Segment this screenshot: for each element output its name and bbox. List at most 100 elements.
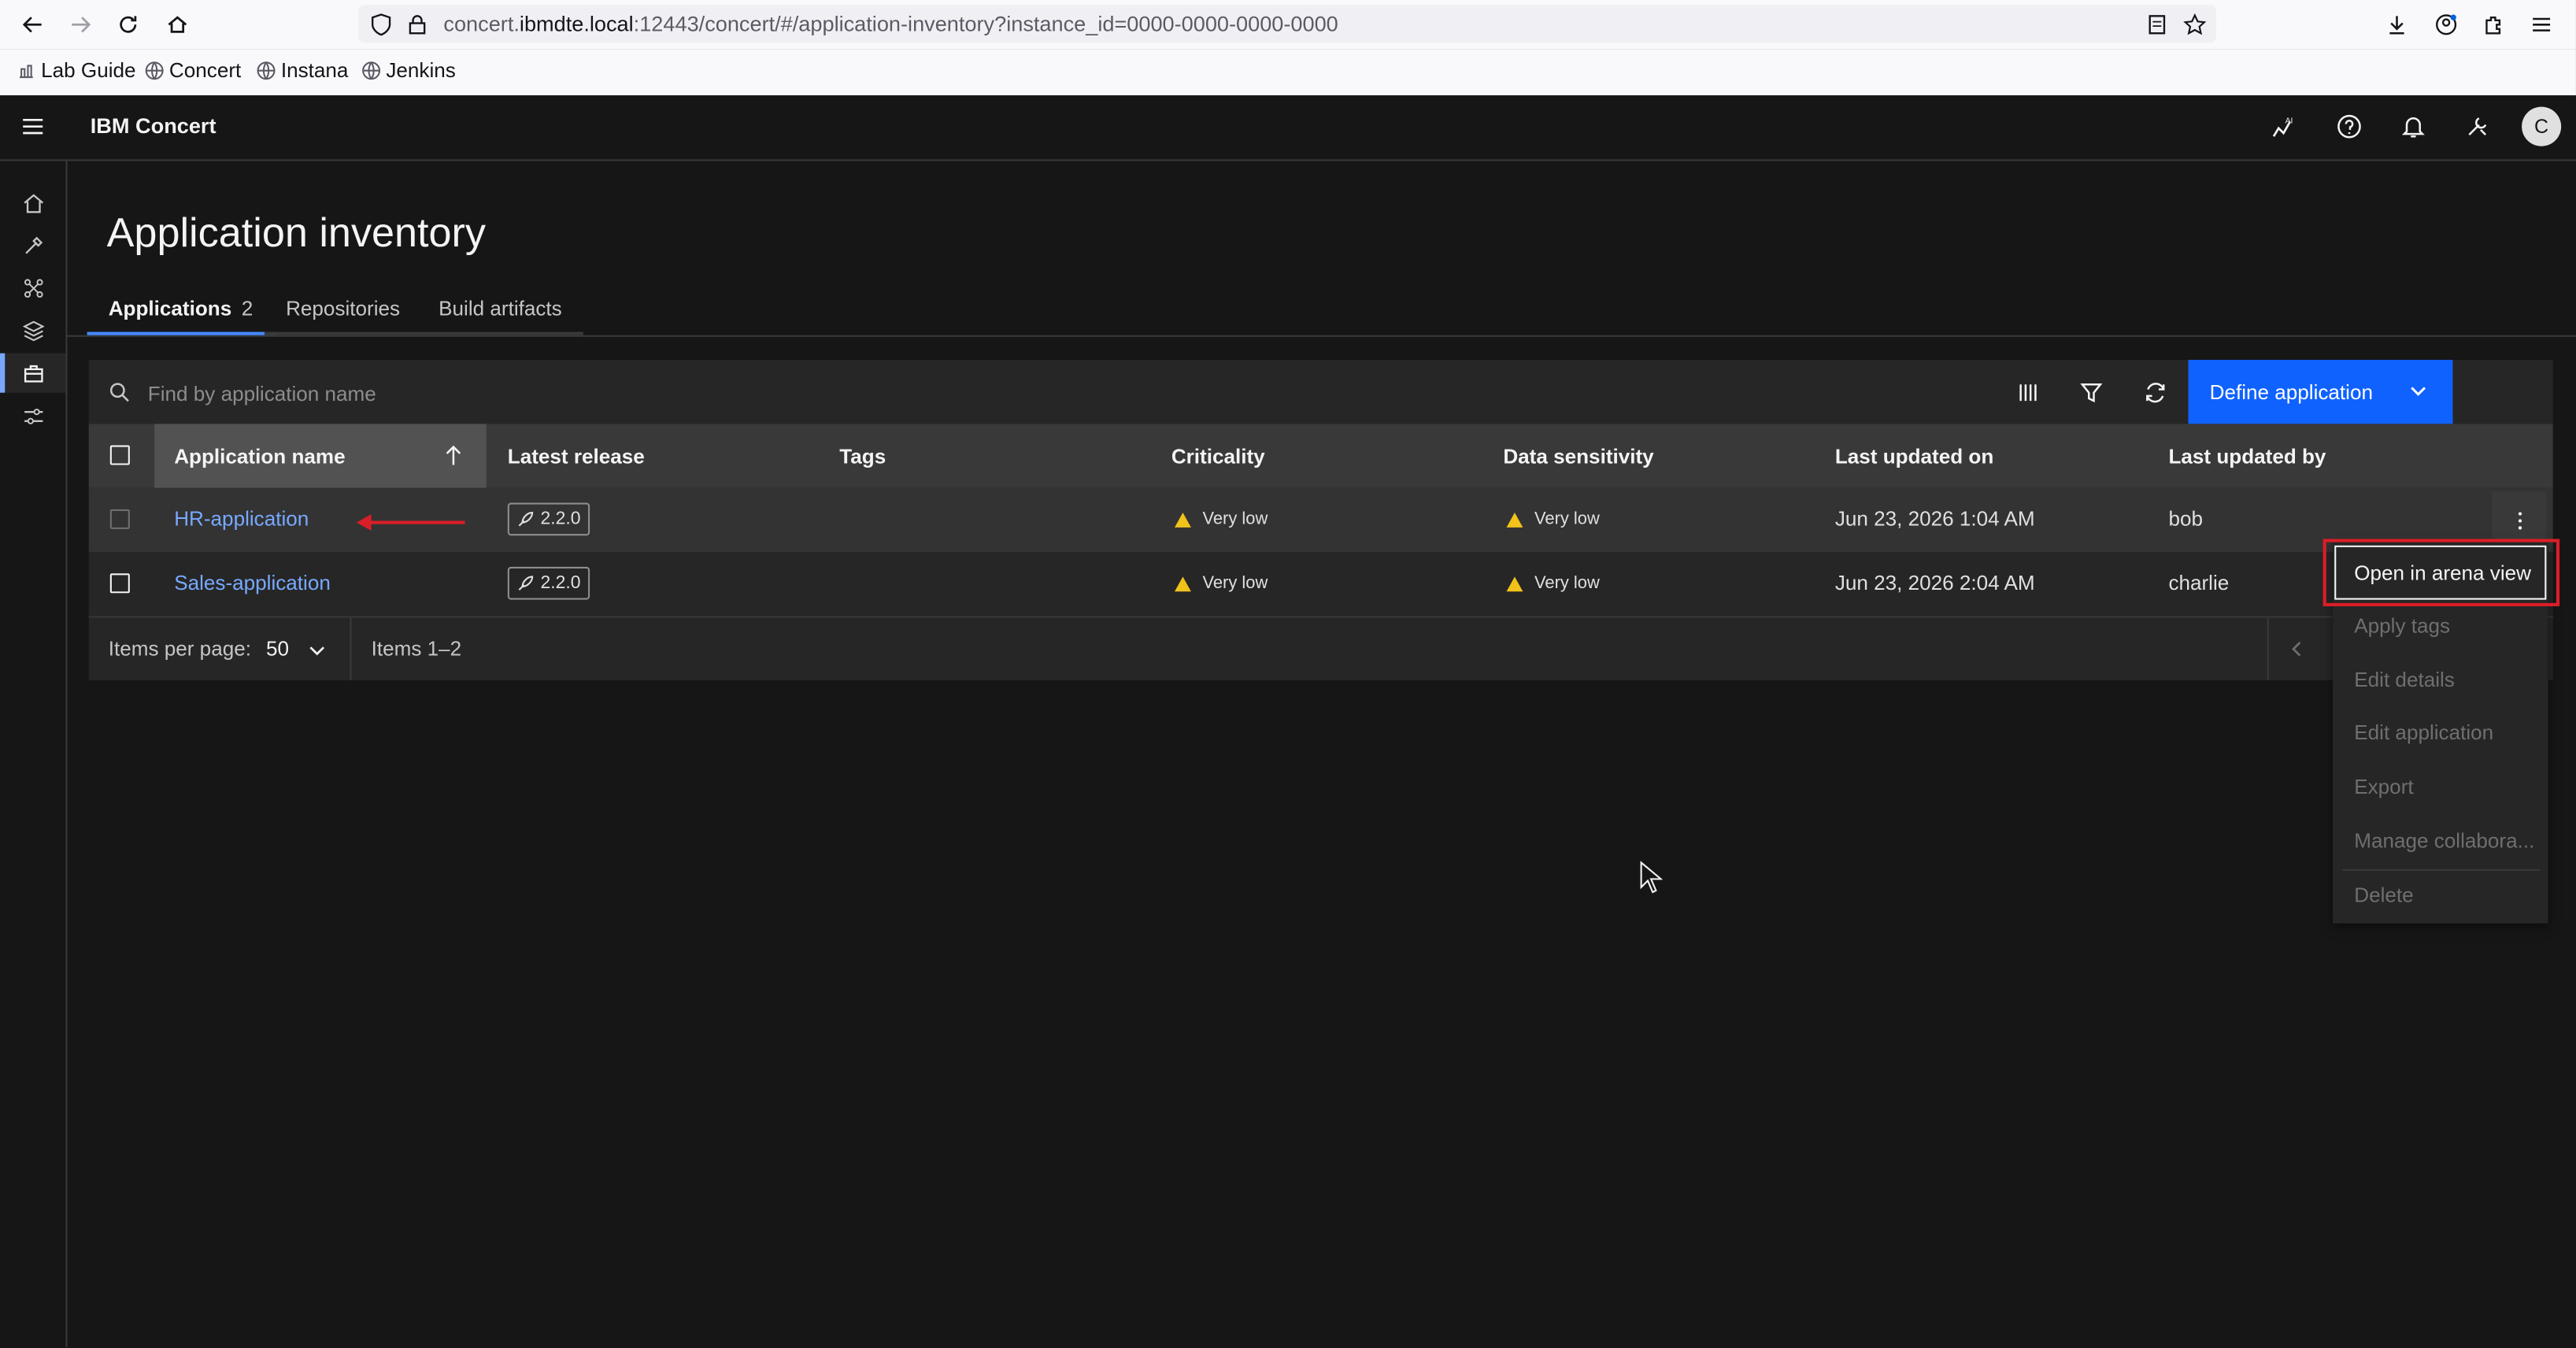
forward-icon[interactable] <box>64 8 97 41</box>
downloads-icon[interactable] <box>2381 8 2414 41</box>
sort-ascending-icon[interactable] <box>443 443 463 466</box>
warning-icon <box>1174 512 1191 527</box>
page-title: Application inventory <box>106 210 487 257</box>
sensitivity-value: Very low <box>1506 573 1600 594</box>
network-nav-icon[interactable] <box>20 274 46 300</box>
row-checkbox[interactable] <box>109 509 130 529</box>
extensions-icon[interactable] <box>2478 8 2511 41</box>
sensitivity-value: Very low <box>1506 509 1600 529</box>
bookmark-concert[interactable]: Concert <box>145 59 242 83</box>
items-range: Items 1–2 <box>371 637 462 661</box>
application-link[interactable]: HR-application <box>174 508 309 531</box>
sensitivity-label: Very low <box>1534 509 1600 529</box>
application-inventory-nav-icon[interactable] <box>20 360 46 386</box>
browser-menu-icon[interactable] <box>2525 8 2558 41</box>
help-icon[interactable] <box>2334 112 2364 142</box>
tab-repositories[interactable]: Repositories <box>264 286 422 335</box>
release-tag[interactable]: 2.2.0 <box>507 502 591 536</box>
menu-item-edit-application[interactable]: Edit application <box>2354 721 2493 744</box>
bookmark-instana[interactable]: Instana <box>257 59 349 83</box>
last-updated-by: bob <box>2168 507 2203 531</box>
column-settings-icon[interactable] <box>2011 376 2044 409</box>
menu-item-delete[interactable]: Delete <box>2354 884 2413 907</box>
search-icon <box>109 383 129 402</box>
criticality-value: Very low <box>1174 573 1268 594</box>
menu-item-edit-details[interactable]: Edit details <box>2354 668 2455 691</box>
bookmark-label: Concert <box>168 59 242 83</box>
column-header-last-updated-by[interactable]: Last updated by <box>2168 445 2326 468</box>
select-all-checkbox[interactable] <box>109 445 130 465</box>
column-header-last-updated-on[interactable]: Last updated on <box>1835 445 1993 468</box>
bookmark-lab-guide[interactable]: Lab Guide <box>17 59 136 82</box>
tabs-divider <box>65 335 2576 337</box>
filter-icon[interactable] <box>2075 376 2108 409</box>
menu-divider <box>2342 868 2541 871</box>
column-header-latest-release[interactable]: Latest release <box>508 445 645 468</box>
bookmark-star-icon[interactable] <box>2178 8 2211 41</box>
sensitivity-label: Very low <box>1534 573 1600 594</box>
tab-label: Repositories <box>286 297 401 320</box>
reader-view-icon[interactable] <box>2141 8 2174 41</box>
tab-applications[interactable]: Applications 2 <box>87 286 275 335</box>
menu-item-export[interactable]: Export <box>2354 776 2413 798</box>
overflow-menu-icon <box>2517 511 2522 529</box>
lab-guide-icon <box>20 65 33 79</box>
reload-icon[interactable] <box>112 8 145 41</box>
bookmark-label: Instana <box>280 59 349 83</box>
rocket-icon <box>518 512 534 527</box>
column-header-tags[interactable]: Tags <box>839 445 886 468</box>
refresh-icon[interactable] <box>2139 376 2172 409</box>
search-input[interactable] <box>144 371 973 416</box>
account-icon[interactable] <box>2430 8 2463 41</box>
tab-count: 2 <box>241 297 254 320</box>
hamburger-menu-icon[interactable] <box>20 113 46 139</box>
criticality-value: Very low <box>1174 509 1268 529</box>
layers-nav-icon[interactable] <box>20 317 46 343</box>
last-updated-by: charlie <box>2168 572 2230 595</box>
globe-icon <box>257 61 276 80</box>
user-avatar[interactable]: C <box>2522 106 2562 146</box>
notification-bell-icon[interactable] <box>2399 112 2429 142</box>
tab-label: Applications <box>108 297 232 320</box>
items-per-page-select[interactable]: 50 <box>266 638 289 661</box>
criticality-label: Very low <box>1202 573 1268 594</box>
product-name[interactable]: IBM Concert <box>91 113 217 138</box>
chevron-down-icon[interactable] <box>2408 381 2428 401</box>
rocket-icon <box>518 576 534 591</box>
release-tag[interactable]: 2.2.0 <box>507 566 591 600</box>
annotation-highlight-box <box>2322 539 2560 606</box>
settings-tools-icon[interactable] <box>2463 112 2493 142</box>
annotation-arrow-icon <box>356 514 465 531</box>
bookmark-label: Jenkins <box>386 59 456 83</box>
shield-icon[interactable] <box>365 8 398 41</box>
release-version: 2.2.0 <box>540 573 581 594</box>
last-updated-on: Jun 23, 2026 1:04 AM <box>1834 507 2035 531</box>
tools-nav-icon[interactable] <box>20 231 46 257</box>
pagination-divider <box>2267 617 2269 680</box>
back-icon[interactable] <box>17 8 50 41</box>
svg-text:AI: AI <box>2285 117 2293 126</box>
lock-icon[interactable] <box>401 8 434 41</box>
home-icon[interactable] <box>161 8 194 41</box>
chevron-down-icon[interactable] <box>309 643 325 659</box>
chevron-left-icon[interactable] <box>2287 639 2307 659</box>
application-link[interactable]: Sales-application <box>174 572 331 594</box>
pagination-divider <box>350 617 352 680</box>
tab-build-artifacts[interactable]: Build artifacts <box>417 286 583 335</box>
globe-icon <box>145 61 164 80</box>
criticality-label: Very low <box>1202 509 1268 529</box>
column-header-application-name[interactable]: Application name <box>174 445 345 468</box>
bookmark-jenkins[interactable]: Jenkins <box>361 59 456 82</box>
column-header-criticality[interactable]: Criticality <box>1171 445 1265 468</box>
column-header-data-sensitivity[interactable]: Data sensitivity <box>1503 445 1653 468</box>
home-nav-icon[interactable] <box>20 189 46 215</box>
app-header <box>0 95 2576 161</box>
settings-sliders-nav-icon[interactable] <box>20 402 46 428</box>
mouse-cursor-icon <box>1640 861 1663 894</box>
ai-assistant-icon[interactable]: AI <box>2269 112 2299 142</box>
menu-item-apply-tags[interactable]: Apply tags <box>2354 614 2450 637</box>
row-checkbox[interactable] <box>109 573 130 594</box>
menu-item-manage-collaborators[interactable]: Manage collabora... <box>2354 830 2534 853</box>
warning-icon <box>1506 512 1523 527</box>
globe-icon <box>362 61 381 80</box>
